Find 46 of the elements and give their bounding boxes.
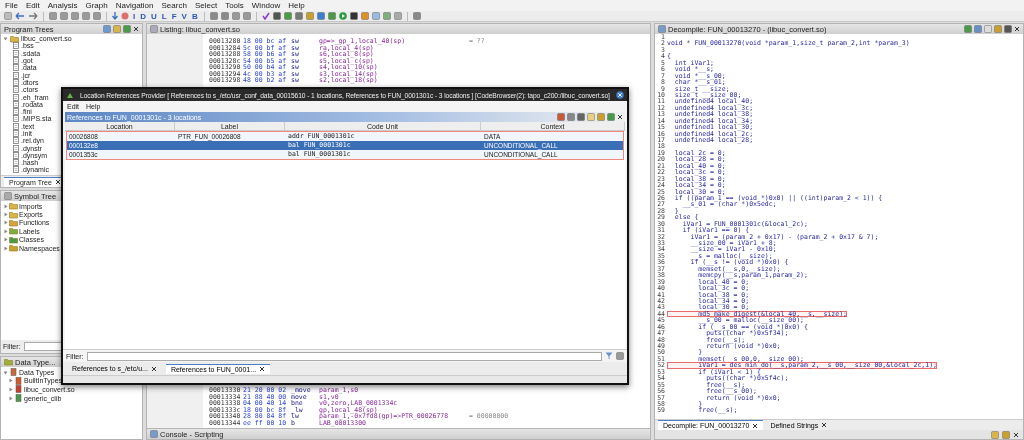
toolbar-letter-button[interactable]: F	[170, 11, 178, 21]
expand-arrow-icon[interactable]	[3, 237, 8, 243]
menu-item[interactable]: Select	[194, 1, 218, 10]
menu-item[interactable]: Graph	[85, 1, 108, 10]
toolbar-letter-button[interactable]: D	[139, 11, 147, 21]
close-icon	[150, 365, 157, 372]
menu-item[interactable]: File	[5, 1, 18, 10]
stop-icon[interactable]	[121, 12, 129, 20]
menu-item[interactable]: Edit	[25, 1, 40, 10]
filter-icon[interactable]	[605, 352, 613, 360]
filter-field[interactable]	[86, 351, 602, 361]
checkmark-icon[interactable]	[261, 12, 270, 20]
expand-arrow-icon[interactable]	[8, 395, 13, 401]
toolbar-letter-button[interactable]: I	[132, 11, 137, 21]
expand-arrow-icon[interactable]	[8, 387, 13, 392]
close-icon[interactable]	[1014, 26, 1020, 32]
expand-arrow-icon[interactable]	[3, 220, 8, 226]
close-icon[interactable]	[617, 114, 623, 120]
expand-arrow-icon[interactable]	[8, 378, 13, 384]
menu-item[interactable]: Search	[161, 1, 187, 10]
expand-arrow-icon[interactable]	[3, 245, 8, 251]
forward-arrow-icon[interactable]	[28, 12, 38, 20]
close-icon	[821, 422, 828, 428]
back-arrow-icon[interactable]	[15, 12, 25, 20]
toolbar-letter-button[interactable]: V	[180, 11, 188, 21]
close-icon[interactable]	[1013, 431, 1019, 438]
expand-arrow-icon[interactable]	[3, 228, 8, 234]
menu-item[interactable]: Navigation	[115, 1, 154, 10]
close-icon[interactable]	[133, 26, 139, 32]
toolbar-letter-button[interactable]: B	[190, 11, 199, 21]
expand-arrow-icon[interactable]	[3, 212, 8, 218]
close-icon	[752, 422, 759, 429]
close-icon[interactable]	[54, 179, 61, 185]
menu-item[interactable]: Help	[288, 1, 305, 10]
menu-item[interactable]: Tools	[225, 1, 244, 10]
expand-arrow-icon[interactable]	[3, 203, 8, 209]
menu-item[interactable]: Window	[251, 1, 281, 10]
collapse-arrow-icon[interactable]	[3, 369, 8, 375]
close-icon	[259, 366, 266, 372]
collapse-arrow-icon[interactable]	[3, 36, 8, 42]
toolbar-letter-button[interactable]: U	[150, 11, 158, 21]
app-logo-icon	[66, 91, 74, 99]
menu-item[interactable]: Analysis	[47, 1, 78, 10]
down-arrow-icon[interactable]	[112, 12, 118, 20]
folder-icon	[4, 358, 13, 366]
toolbar-letter-button[interactable]: L	[160, 11, 168, 21]
